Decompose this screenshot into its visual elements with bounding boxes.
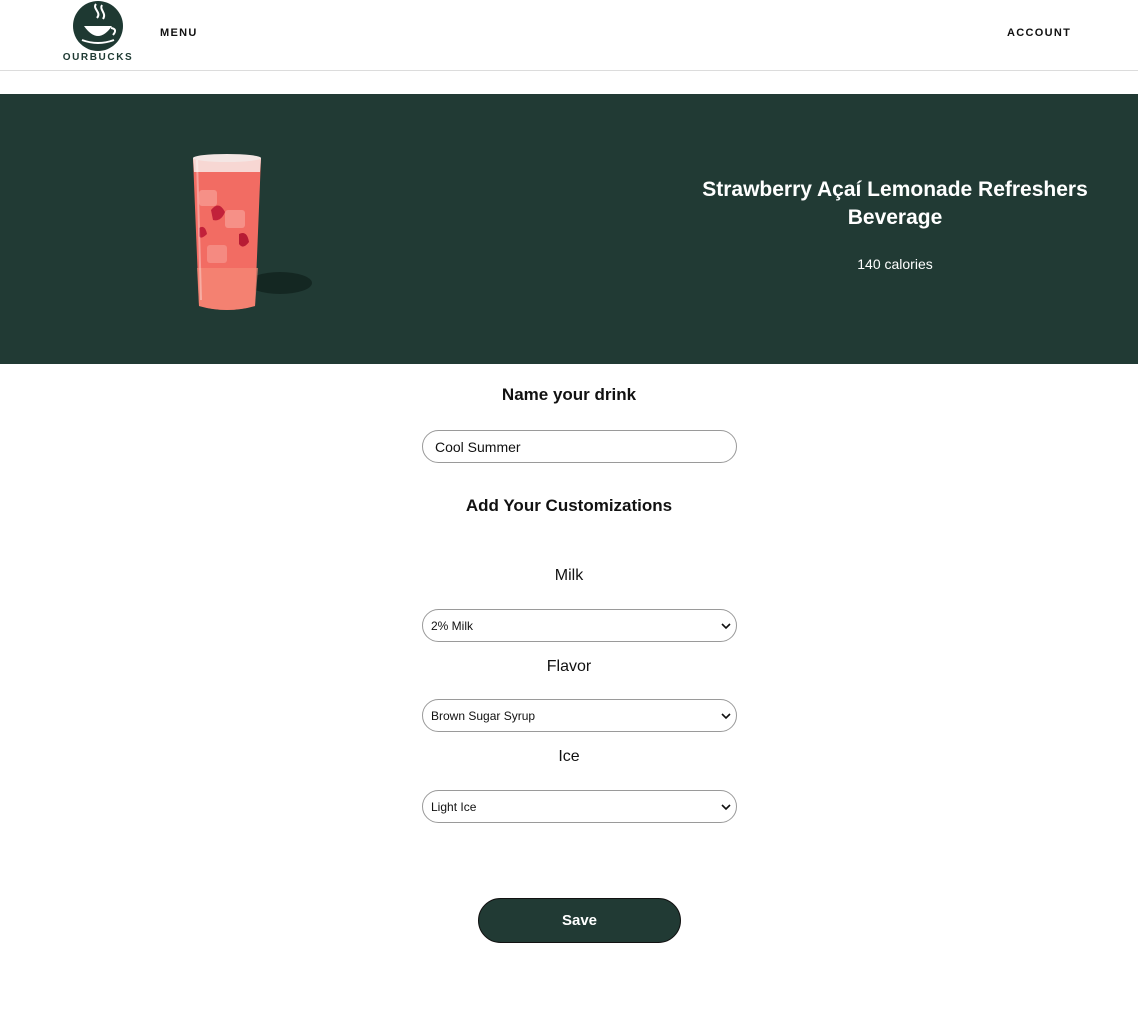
drink-name-input[interactable]	[422, 430, 737, 463]
name-drink-heading: Name your drink	[501, 385, 637, 404]
flavor-selected-value: Brown Sugar Syrup	[431, 709, 536, 723]
milk-select[interactable]: 2% Milk	[422, 609, 737, 642]
product-title: Strawberry Açaí Lemonade Refreshers Beve…	[702, 178, 1088, 229]
chevron-down-icon	[721, 713, 731, 720]
top-navigation-bar: OURBUCKS MENU ACCOUNT	[0, 0, 1138, 71]
drink-image	[193, 154, 312, 310]
milk-label: Milk	[554, 567, 584, 584]
ourbucks-logo[interactable]: OURBUCKS	[62, 0, 134, 66]
logo-wordmark: OURBUCKS	[62, 52, 134, 63]
ice-select[interactable]: Light Ice	[422, 790, 737, 823]
save-button[interactable]: Save	[478, 898, 681, 943]
flavor-select[interactable]: Brown Sugar Syrup	[422, 699, 737, 732]
nav-account-link[interactable]: ACCOUNT	[1007, 27, 1071, 39]
coffee-cup-logo-icon	[73, 1, 123, 51]
nav-menu-link[interactable]: MENU	[160, 27, 198, 39]
product-hero: Strawberry Açaí Lemonade Refreshers Beve…	[0, 94, 1138, 364]
flavor-label: Flavor	[546, 658, 592, 675]
product-calories: 140 calories	[857, 256, 933, 272]
ice-selected-value: Light Ice	[431, 800, 477, 814]
chevron-down-icon	[721, 623, 731, 630]
ice-label: Ice	[558, 748, 580, 765]
milk-selected-value: 2% Milk	[431, 619, 474, 633]
customizations-heading: Add Your Customizations	[465, 496, 673, 515]
chevron-down-icon	[721, 804, 731, 811]
